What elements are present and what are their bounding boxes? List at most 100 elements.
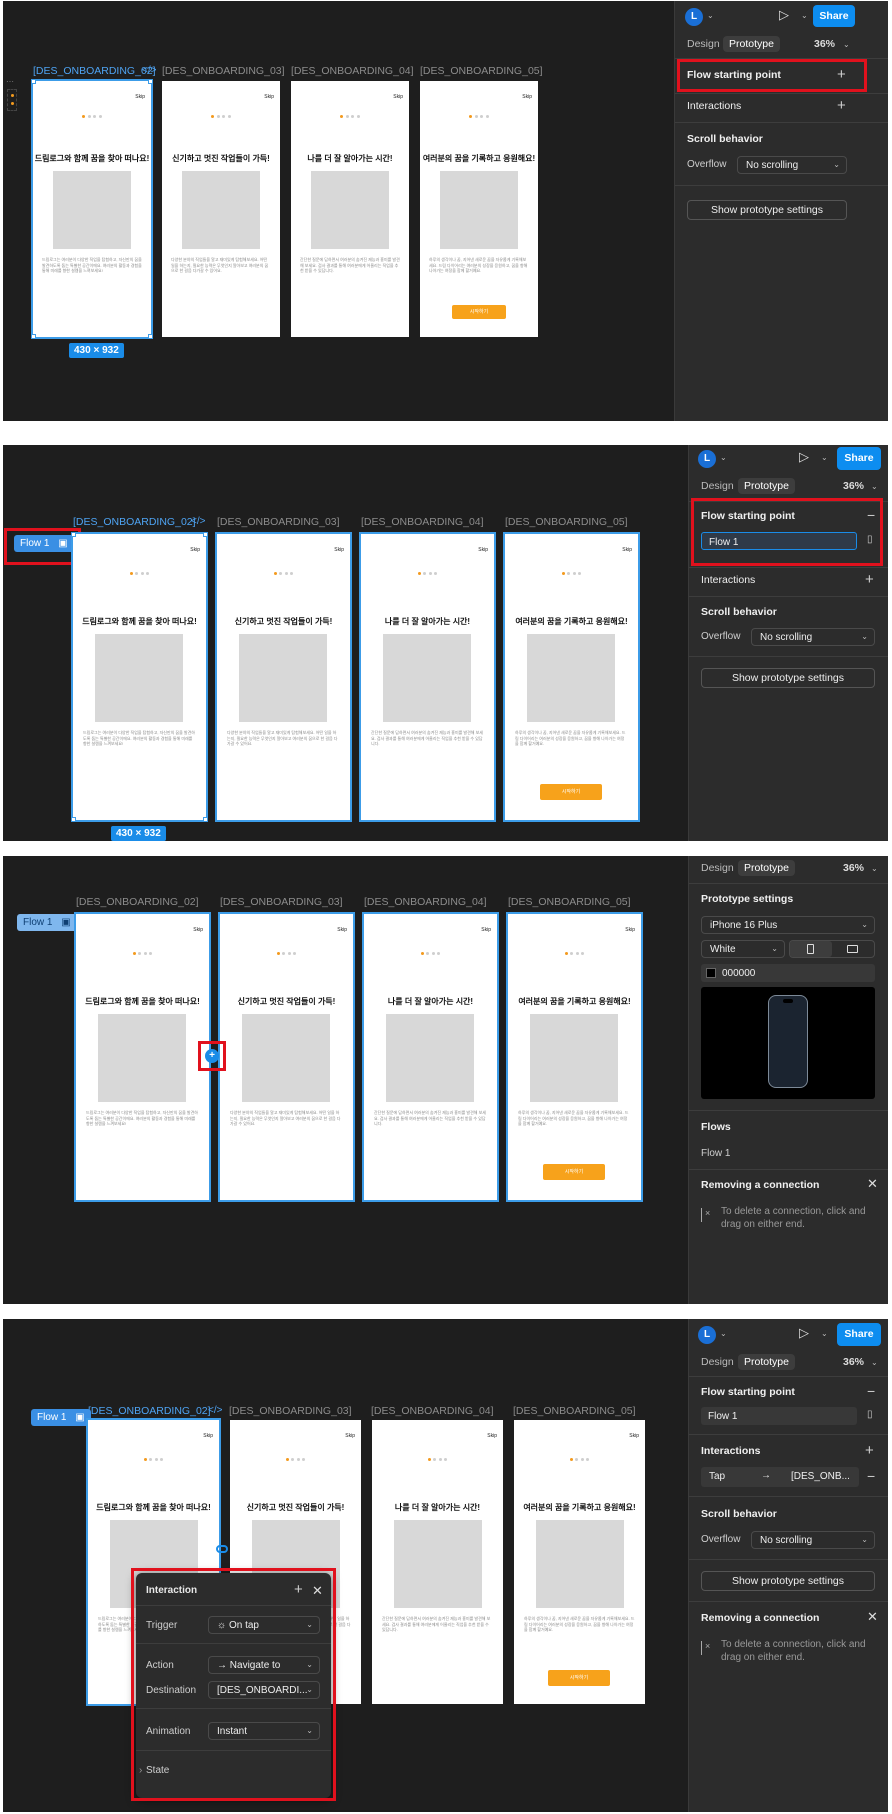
- chevron-down-icon[interactable]: ⌄: [821, 453, 828, 462]
- share-button[interactable]: Share: [813, 5, 855, 27]
- chevron-down-icon[interactable]: ⌄: [720, 1329, 727, 1338]
- skip-link[interactable]: Skip: [135, 94, 145, 100]
- resize-handle[interactable]: [203, 817, 208, 822]
- frame-label-05[interactable]: [DES_ONBOARDING_05]: [505, 516, 628, 528]
- frame-label-04[interactable]: [DES_ONBOARDING_04]: [364, 896, 487, 908]
- frame-label-04[interactable]: [DES_ONBOARDING_04]: [361, 516, 484, 528]
- add-interaction-icon[interactable]: +: [837, 98, 846, 113]
- onboarding-frame-05[interactable]: Skip 여러분의 꿈을 기록하고 응원해요! 하루의 생각이나 꿈, 지어낸 …: [420, 81, 538, 337]
- frame-label-03[interactable]: [DES_ONBOARDING_03]: [220, 896, 343, 908]
- chevron-down-icon[interactable]: ⌄: [707, 11, 714, 20]
- start-button[interactable]: 시작하기: [543, 1164, 605, 1180]
- frame-label-02[interactable]: [DES_ONBOARDING_02]: [88, 1405, 211, 1417]
- onboarding-frame-05[interactable]: Skip 여러분의 꿈을 기록하고 응원해요! 하루의 생각이나 꿈, 지어낸 …: [514, 1420, 645, 1704]
- onboarding-frame-03[interactable]: Skip 신기하고 멋진 작업들이 가득! 다양한 분야의 직업들을 알고 재미…: [162, 81, 280, 337]
- onboarding-frame-04[interactable]: Skip 나를 더 잘 알아가는 시간! 간단한 질문에 답하면서 여러분의 숨…: [372, 1420, 503, 1704]
- skip-link[interactable]: Skip: [190, 547, 200, 553]
- connection-handle-icon[interactable]: [216, 1545, 228, 1553]
- play-icon[interactable]: ▷: [799, 449, 809, 465]
- frame-label-04[interactable]: [DES_ONBOARDING_04]: [291, 65, 414, 77]
- skip-link[interactable]: Skip: [337, 927, 347, 933]
- tab-design[interactable]: Design: [687, 38, 720, 50]
- chevron-down-icon[interactable]: ⌄: [871, 1358, 878, 1367]
- skip-link[interactable]: Skip: [203, 1433, 213, 1439]
- portrait-option[interactable]: [790, 941, 832, 957]
- onboarding-frame-02[interactable]: Skip 드림로그와 함께 꿈을 찾아 떠나요! 드림로그는 여러분이 다양한 …: [71, 532, 208, 822]
- resize-handle[interactable]: [203, 532, 208, 537]
- skip-link[interactable]: Skip: [393, 94, 403, 100]
- resize-handle[interactable]: [71, 817, 76, 822]
- device-select[interactable]: iPhone 16 Plus ⌄: [701, 916, 875, 934]
- resize-handle[interactable]: [148, 79, 153, 84]
- onboarding-frame-05[interactable]: Skip 여러분의 꿈을 기록하고 응원해요! 하루의 생각이나 꿈, 지어낸 …: [503, 532, 640, 822]
- skip-link[interactable]: Skip: [193, 927, 203, 933]
- chevron-down-icon[interactable]: ⌄: [871, 482, 878, 491]
- onboarding-frame-04[interactable]: Skip 나를 더 잘 알아가는 시간! 간단한 질문에 답하면서 여러분의 숨…: [362, 912, 499, 1202]
- background-color-input[interactable]: 000000: [701, 964, 875, 982]
- close-icon[interactable]: ✕: [867, 1609, 878, 1625]
- onboarding-frame-03[interactable]: Skip 신기하고 멋진 작업들이 가득! 다양한 분야의 직업들을 알고 재미…: [218, 912, 355, 1202]
- tab-prototype[interactable]: Prototype: [723, 36, 780, 52]
- start-button[interactable]: 시작하기: [452, 305, 506, 319]
- share-button[interactable]: Share: [837, 1323, 881, 1346]
- skip-link[interactable]: Skip: [345, 1433, 355, 1439]
- close-icon[interactable]: ✕: [867, 1176, 878, 1192]
- remove-interaction-icon[interactable]: −: [867, 1469, 875, 1483]
- onboarding-frame-05[interactable]: Skip 여러분의 꿈을 기록하고 응원해요! 하루의 생각이나 꿈, 지어낸 …: [506, 912, 643, 1202]
- tab-prototype[interactable]: Prototype: [738, 1354, 795, 1370]
- device-color-select[interactable]: White ⌄: [701, 940, 785, 958]
- tab-design[interactable]: Design: [701, 1356, 734, 1368]
- skip-link[interactable]: Skip: [629, 1433, 639, 1439]
- frame-label-03[interactable]: [DES_ONBOARDING_03]: [162, 65, 285, 77]
- chevron-down-icon[interactable]: ⌄: [720, 453, 727, 462]
- frame-label-02[interactable]: [DES_ONBOARDING_02]: [73, 516, 196, 528]
- tab-prototype[interactable]: Prototype: [738, 860, 795, 876]
- show-prototype-settings-button[interactable]: Show prototype settings: [701, 1571, 875, 1591]
- flow-name-input[interactable]: Flow 1: [701, 1407, 857, 1425]
- chevron-down-icon[interactable]: ⌄: [871, 864, 878, 873]
- overflow-select[interactable]: No scrolling ⌄: [751, 628, 875, 646]
- resize-handle[interactable]: [148, 334, 153, 339]
- flow-list-item[interactable]: Flow 1: [701, 1148, 730, 1159]
- flow-description-icon[interactable]: ▯: [867, 1409, 873, 1420]
- tab-prototype[interactable]: Prototype: [738, 478, 795, 494]
- share-button[interactable]: Share: [837, 447, 881, 470]
- onboarding-frame-04[interactable]: Skip 나를 더 잘 알아가는 시간! 간단한 질문에 답하면서 여러분의 숨…: [291, 81, 409, 337]
- skip-link[interactable]: Skip: [481, 927, 491, 933]
- flow-tag[interactable]: Flow 1 ▣: [17, 914, 77, 931]
- resize-handle[interactable]: [31, 334, 36, 339]
- frame-label-02[interactable]: [DES_ONBOARDING_02]: [76, 896, 199, 908]
- flow-tag[interactable]: Flow 1 ▣: [31, 1409, 91, 1426]
- add-interaction-icon[interactable]: +: [865, 572, 874, 587]
- frame-label-05[interactable]: [DES_ONBOARDING_05]: [420, 65, 543, 77]
- code-icon[interactable]: </>: [191, 516, 205, 527]
- zoom-level[interactable]: 36%: [843, 862, 864, 874]
- resize-handle[interactable]: [71, 532, 76, 537]
- zoom-level[interactable]: 36%: [843, 480, 864, 492]
- chevron-down-icon[interactable]: ⌄: [821, 1329, 828, 1338]
- start-button[interactable]: 시작하기: [540, 784, 602, 800]
- add-interaction-icon[interactable]: +: [865, 1443, 874, 1458]
- resize-handle[interactable]: [31, 79, 36, 84]
- start-button[interactable]: 시작하기: [548, 1670, 610, 1686]
- frame-label-03[interactable]: [DES_ONBOARDING_03]: [229, 1405, 352, 1417]
- remove-flow-icon[interactable]: −: [867, 1384, 875, 1398]
- frame-label-04[interactable]: [DES_ONBOARDING_04]: [371, 1405, 494, 1417]
- interaction-row[interactable]: Tap → [DES_ONB...: [701, 1467, 859, 1487]
- skip-link[interactable]: Skip: [487, 1433, 497, 1439]
- skip-link[interactable]: Skip: [625, 927, 635, 933]
- overflow-select[interactable]: No scrolling ⌄: [737, 156, 847, 174]
- frame-label-05[interactable]: [DES_ONBOARDING_05]: [508, 896, 631, 908]
- color-swatch[interactable]: [706, 968, 716, 978]
- onboarding-frame-02[interactable]: Skip 드림로그와 함께 꿈을 찾아 떠나요! 드림로그는 여러분이 다양한 …: [74, 912, 211, 1202]
- frame-label-03[interactable]: [DES_ONBOARDING_03]: [217, 516, 340, 528]
- orientation-toggle[interactable]: [789, 940, 875, 958]
- zoom-level[interactable]: 36%: [843, 1356, 864, 1368]
- frame-label-02[interactable]: [DES_ONBOARDING_02]: [33, 65, 156, 77]
- chevron-down-icon[interactable]: ⌄: [801, 11, 808, 20]
- skip-link[interactable]: Skip: [622, 547, 632, 553]
- code-icon[interactable]: </>: [142, 65, 156, 76]
- skip-link[interactable]: Skip: [334, 547, 344, 553]
- user-avatar[interactable]: L: [698, 1326, 716, 1344]
- landscape-icon[interactable]: [847, 945, 858, 953]
